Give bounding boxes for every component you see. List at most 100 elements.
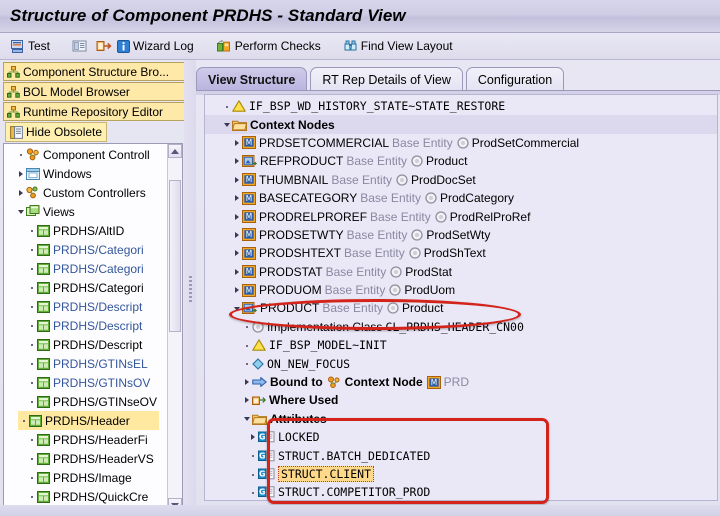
chevron-right-icon[interactable] xyxy=(243,396,252,405)
chevron-right-icon[interactable] xyxy=(233,212,242,221)
node-icon: M xyxy=(242,283,256,297)
sidebar-tree-item-label: Views xyxy=(43,204,75,219)
chevron-right-icon[interactable] xyxy=(249,433,258,442)
entity-icon xyxy=(425,192,437,204)
structure-tree-row[interactable]: IF_BSP_MODEL~INIT xyxy=(205,336,717,354)
structure-tree-row-label: PRODUOM xyxy=(259,283,322,298)
chevron-right-icon[interactable] xyxy=(233,157,242,166)
structure-tree-row-label: BASECATEGORY xyxy=(259,191,358,206)
structure-tree-row[interactable]: M PRDSETCOMMERCIAL Base Entity ProdSetComme… xyxy=(205,134,717,152)
sidebar-tree-item[interactable]: PRDHS/GTINseOV xyxy=(4,392,167,411)
warning-icon xyxy=(252,339,266,352)
sidebar-tree-item[interactable]: PRDHS/Descript xyxy=(4,335,167,354)
svg-text:M: M xyxy=(246,175,252,184)
sidebar-tree-item[interactable]: PRDHS/HeaderFi xyxy=(4,430,167,449)
chevron-right-icon[interactable] xyxy=(17,169,26,178)
sidebar-tree-item[interactable]: Windows xyxy=(4,164,167,183)
view-structure-content[interactable]: IF_BSP_WD_HISTORY_STATE~STATE_RESTORE Con… xyxy=(204,94,718,501)
bol-model-browser-button[interactable]: BOL Model Browser xyxy=(3,82,186,101)
binoculars-icon xyxy=(343,39,358,53)
chevron-right-icon[interactable] xyxy=(233,249,242,258)
chevron-down-icon[interactable] xyxy=(17,207,26,216)
structure-tree-row[interactable]: M BASECATEGORY Base Entity ProdCategory xyxy=(205,189,717,207)
test-button[interactable]: Test xyxy=(4,34,56,58)
tab-rt-rep-details-of-view[interactable]: RT Rep Details of View xyxy=(310,67,463,91)
sidebar-tree-item[interactable]: Component Controll xyxy=(4,145,167,164)
structure-tree-row[interactable]: REFPRODUCT Base Entity Product xyxy=(205,152,717,170)
sidebar-tree-item[interactable]: PRDHS/GTINsOV xyxy=(4,373,167,392)
chevron-right-icon[interactable] xyxy=(233,175,242,184)
tab-configuration[interactable]: Configuration xyxy=(465,67,565,91)
navigate-button[interactable] xyxy=(93,34,115,58)
structure-tree-row[interactable]: G STRUCT.BATCH_DEDICATED xyxy=(205,446,717,464)
structure-tree-row[interactable]: M THUMBNAIL Base Entity ProdDocSet xyxy=(205,171,717,189)
chevron-right-icon[interactable] xyxy=(233,194,242,203)
svg-text:M: M xyxy=(246,230,252,239)
hide-obsolete-button[interactable]: Hide Obsolete xyxy=(5,122,108,142)
structure-tree-row[interactable]: M PRODSTAT Base Entity ProdStat xyxy=(205,263,717,281)
bullet-icon xyxy=(28,435,37,444)
component-structure-browser-button[interactable]: Component Structure Bro... xyxy=(3,62,186,81)
structure-tree-row-label: REFPRODUCT xyxy=(260,154,344,169)
chevron-right-icon[interactable] xyxy=(17,188,26,197)
structure-tree-row[interactable]: M PRODRELPROREF Base Entity ProdRelProRef xyxy=(205,207,717,225)
sidebar-tree-item[interactable]: PRDHS/Descript xyxy=(4,297,167,316)
entity-icon xyxy=(390,266,402,278)
structure-tree-row[interactable]: Attributes xyxy=(205,410,717,428)
perform-checks-button[interactable]: Perform Checks xyxy=(210,34,327,58)
sidebar-tree-item[interactable]: PRDHS/GTINsEL xyxy=(4,354,167,373)
structure-tree-row[interactable]: M PRODSETWTY Base Entity ProdSetWty xyxy=(205,226,717,244)
structure-tree-row[interactable]: IF_BSP_WD_HISTORY_STATE~STATE_RESTORE xyxy=(205,97,717,115)
component-structure-tree[interactable]: Component Controll Windows Custom Controll… xyxy=(3,143,183,515)
bullet-icon xyxy=(28,454,37,463)
structure-tree-row[interactable]: Context Nodes xyxy=(205,115,717,134)
sidebar-tree-item[interactable]: Custom Controllers xyxy=(4,183,167,202)
sidebar-tree-item[interactable]: PRDHS/Descript xyxy=(4,316,167,335)
wizard-log-button[interactable]: Wizard Log xyxy=(115,34,200,58)
structure-tree-row[interactable]: G STRUCT.COMPETITOR_PROD xyxy=(205,483,717,500)
runtime-repository-editor-button[interactable]: Runtime Repository Editor xyxy=(3,102,186,121)
display-button[interactable] xyxy=(66,34,93,58)
find-view-layout-button[interactable]: Find View Layout xyxy=(337,34,459,58)
sidebar-tree-item[interactable]: PRDHS/QuickCre xyxy=(4,487,167,506)
structure-tree-row[interactable]: M PRODUOM Base Entity ProdUom xyxy=(205,281,717,299)
sidebar-tree-item-label: PRDHS/AltID xyxy=(53,223,125,238)
tab-view-structure[interactable]: View Structure xyxy=(196,67,308,91)
structure-tree-row[interactable]: G STRUCT.CLIENT xyxy=(205,465,717,483)
structure-tree-row[interactable]: PRODUCT Base Entity Product xyxy=(205,299,717,317)
sidebar-tree-item[interactable]: PRDHS/Categori xyxy=(4,278,167,297)
scroll-up-button[interactable] xyxy=(168,144,182,158)
structure-tree-row[interactable]: Where Used xyxy=(205,391,717,409)
sidebar-tree-item-selected[interactable]: PRDHS/Header xyxy=(18,411,159,430)
chevron-right-icon[interactable] xyxy=(233,286,242,295)
chevron-down-icon[interactable] xyxy=(243,414,252,423)
sidebar-tree-item[interactable]: PRDHS/Image xyxy=(4,468,167,487)
sidebar-tree-item[interactable]: Views xyxy=(4,202,167,221)
chevron-right-icon[interactable] xyxy=(233,138,242,147)
chevron-down-icon[interactable] xyxy=(223,120,232,129)
sidebar-scrollbar[interactable] xyxy=(167,144,182,512)
chevron-right-icon[interactable] xyxy=(233,230,242,239)
sidebar-tree-list: Component Controll Windows Custom Controll… xyxy=(4,144,167,514)
chevron-right-icon[interactable] xyxy=(243,378,252,387)
structure-tree-row-label: ON_NEW_FOCUS xyxy=(267,356,351,371)
views-icon xyxy=(26,205,40,218)
sidebar-tree-item-label: PRDHS/Categori xyxy=(53,242,144,257)
sidebar-tree-item[interactable]: PRDHS/HeaderVS xyxy=(4,449,167,468)
structure-tree-row[interactable]: ON_NEW_FOCUS xyxy=(205,354,717,372)
sidebar-tree-item[interactable]: PRDHS/Categori xyxy=(4,240,167,259)
bullet-icon xyxy=(243,359,252,368)
structure-tree-row[interactable]: Implementation Class CL_PRDHS_HEADER_CN00 xyxy=(205,318,717,336)
splitter-grip[interactable] xyxy=(189,276,192,304)
structure-tree-row[interactable]: M PRODSHTEXT Base Entity ProdShText xyxy=(205,244,717,262)
chevron-down-icon[interactable] xyxy=(233,304,242,313)
sidebar-tree-item[interactable]: PRDHS/Categori xyxy=(4,259,167,278)
info-icon xyxy=(117,39,131,53)
scrollbar-thumb[interactable] xyxy=(169,180,181,332)
pane-splitter[interactable] xyxy=(184,60,196,516)
chevron-right-icon[interactable] xyxy=(233,267,242,276)
bottom-strip xyxy=(0,505,720,516)
structure-tree-row[interactable]: Bound to Context Node M PRD xyxy=(205,373,717,391)
structure-tree-row[interactable]: G LOCKED xyxy=(205,428,717,446)
sidebar-tree-item[interactable]: PRDHS/AltID xyxy=(4,221,167,240)
